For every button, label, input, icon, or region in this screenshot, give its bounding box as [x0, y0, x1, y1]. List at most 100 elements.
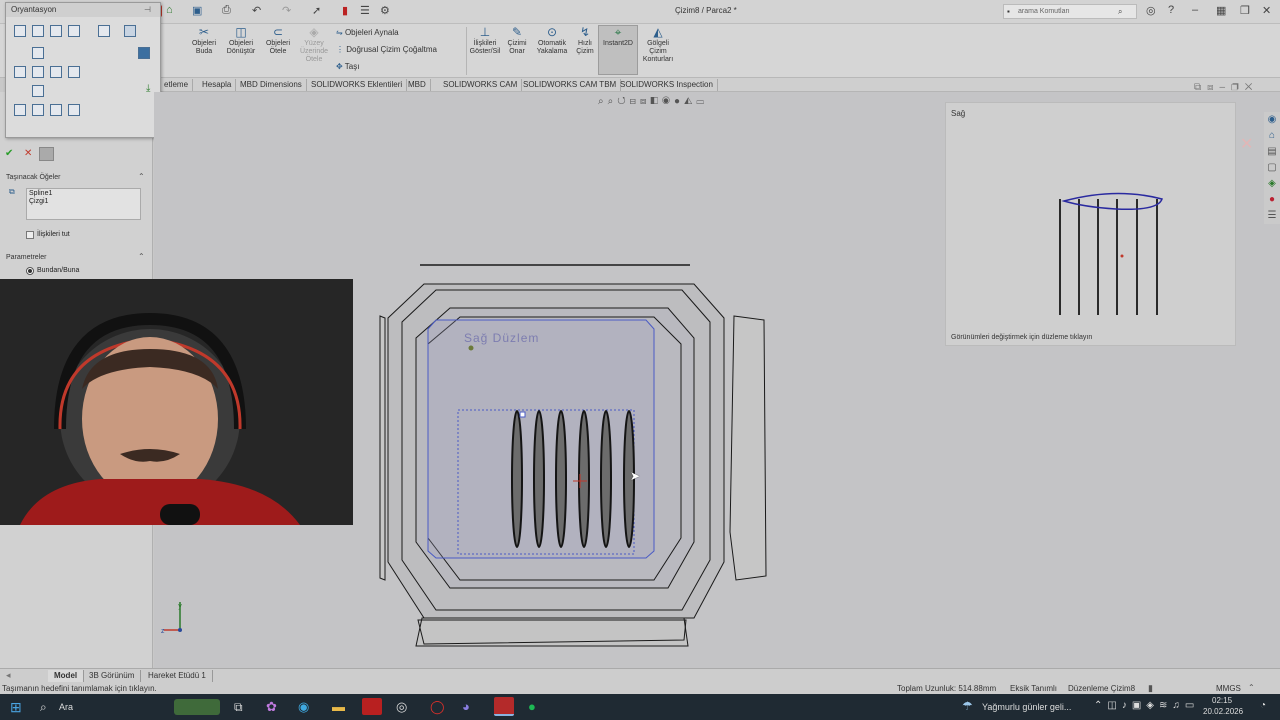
view-back-icon[interactable] — [32, 25, 44, 37]
two-view-vertical-icon[interactable] — [50, 104, 62, 116]
move-entities-button[interactable]: ✥ Taşı — [336, 62, 359, 71]
view-left-icon[interactable] — [50, 25, 62, 37]
single-view-icon[interactable] — [14, 104, 26, 116]
custom-properties-icon[interactable]: ● — [1264, 192, 1280, 208]
github-icon[interactable]: ◎ — [396, 699, 407, 715]
view-settings-icon[interactable]: ▭ — [696, 96, 708, 107]
edge-icon[interactable]: ◉ — [298, 699, 309, 715]
file-explorer-taskbar-icon[interactable]: ▬ — [332, 699, 345, 714]
tile-icon[interactable]: ▦ — [1216, 4, 1226, 17]
clock-date[interactable]: 20.02.2026 — [1203, 707, 1243, 716]
tab-motion-study[interactable]: Hareket Etüdü 1 — [142, 670, 213, 682]
convert-entities-button[interactable]: ◫ Objeleri Dönüştür — [224, 26, 258, 56]
tab-mbd-dimensions[interactable]: MBD Dimensions — [236, 79, 307, 91]
two-view-horizontal-icon[interactable] — [32, 104, 44, 116]
collapse-params-icon[interactable]: ⌃ — [138, 252, 145, 261]
offset-on-surface-button[interactable]: ◈ Yüzey Üzerinde Ötele — [297, 26, 331, 64]
view-front-icon[interactable] — [14, 25, 26, 37]
options-icon[interactable]: ⚙ — [380, 4, 390, 17]
collapse-items-icon[interactable]: ⌃ — [138, 172, 145, 181]
tray-chevron-icon[interactable]: ⌃ — [1094, 700, 1107, 711]
task-view-icon[interactable]: ⧉ — [234, 700, 243, 715]
close-sketch-icon[interactable]: ✕ — [1240, 134, 1253, 154]
viewport-tile-icon[interactable]: ⧉ — [1194, 82, 1207, 93]
copilot-icon[interactable]: ✿ — [266, 699, 277, 715]
normal-to-icon[interactable] — [98, 25, 110, 37]
home-icon[interactable]: ⌂ — [166, 4, 173, 16]
scroll-left-icon[interactable]: ◂ — [6, 670, 11, 681]
instant2d-button[interactable]: ⌖ Instant2D — [598, 25, 638, 75]
windows-start-icon[interactable]: ⊞ — [10, 699, 22, 716]
unit-system[interactable]: MMGS — [1216, 684, 1241, 693]
viewport-restore-icon[interactable]: ⧈ — [1207, 82, 1219, 93]
design-library-icon[interactable]: ⌂ — [1264, 128, 1280, 144]
cancel-icon[interactable]: ✕ — [24, 148, 32, 159]
view-selector-icon[interactable] — [124, 25, 136, 37]
display-relations-button[interactable]: ⊥ İlişkileri Göster/Sil — [468, 26, 502, 56]
view-palette-icon[interactable]: ▢ — [1264, 160, 1280, 176]
plane-origin-point[interactable] — [468, 345, 474, 351]
battery-icon[interactable]: ▭ — [1185, 700, 1199, 711]
edit-appearance-icon[interactable]: ● — [674, 96, 684, 107]
tray-screen-icon[interactable]: ▣ — [1132, 700, 1146, 711]
view-cube-icon[interactable] — [138, 47, 150, 59]
view-dimetric-icon[interactable] — [50, 66, 62, 78]
select-icon[interactable]: ➚ — [312, 4, 321, 17]
notifications-icon[interactable]: ◔ — [1260, 700, 1266, 711]
ok-icon[interactable]: ✔ — [5, 148, 13, 159]
discord-icon[interactable]: ◕ — [462, 699, 470, 714]
view-isometric-icon[interactable] — [14, 66, 26, 78]
tab-3d-view[interactable]: 3B Görünüm — [83, 670, 142, 682]
undo-icon[interactable]: ↶ — [252, 4, 261, 17]
volume-icon[interactable]: ♫ — [1172, 700, 1185, 711]
keep-relations-checkbox[interactable] — [26, 231, 34, 239]
redo-icon[interactable]: ↷ — [282, 4, 291, 17]
tab-evaluate-partial[interactable]: etleme — [160, 79, 194, 91]
spotify-icon[interactable]: ● — [528, 699, 536, 714]
mirror-entities-button[interactable]: ⇋ Objeleri Aynala — [336, 28, 399, 37]
search-icon[interactable]: ⌕ — [1118, 5, 1122, 18]
unit-dropdown-icon[interactable]: ⌃ — [1248, 683, 1255, 692]
search-commands-input[interactable]: arama Komutları ▪ ⌕ — [1003, 4, 1137, 19]
view-orientation-icon[interactable]: ⧈ — [640, 96, 650, 107]
four-view-icon[interactable] — [68, 104, 80, 116]
apply-scene-icon[interactable]: ◭ — [684, 96, 696, 107]
orientation-pin-icon[interactable]: ⊣ — [144, 5, 151, 14]
tab-solidworks-addins[interactable]: SOLIDWORKS Eklentileri — [307, 79, 408, 91]
wifi-icon[interactable]: ≋ — [1159, 700, 1172, 711]
taskbar-search-label[interactable]: Ara — [59, 702, 73, 712]
list-item[interactable]: Spline1 — [27, 189, 140, 198]
clock-time[interactable]: 02:15 — [1212, 696, 1232, 705]
tab-solidworks-inspection[interactable]: SOLIDWORKS Inspection — [616, 79, 718, 91]
update-views-icon[interactable]: ⤓ — [146, 83, 150, 94]
file-explorer-icon[interactable]: ▤ — [1264, 144, 1280, 160]
appearances-icon[interactable]: ◈ — [1264, 176, 1280, 192]
solidworks-resources-icon[interactable]: ◉ — [1264, 112, 1280, 128]
shaded-sketch-contours-button[interactable]: ◭ Gölgeli Çizim Konturları — [640, 26, 676, 64]
list-item[interactable]: Çizgi1 — [27, 198, 140, 205]
opera-icon[interactable]: ◯ — [430, 699, 445, 715]
weather-icon[interactable]: ☂ — [962, 699, 973, 713]
taskbar-search-icon[interactable]: ⌕ — [40, 700, 47, 715]
view-custom-icon[interactable] — [32, 85, 44, 97]
file-properties-icon[interactable]: ☰ — [360, 4, 370, 17]
view-preview-panel[interactable]: Sağ Görünümleri değiştirmek için düzleme… — [945, 102, 1236, 346]
trim-entities-button[interactable]: ✂ Objeleri Buda — [188, 26, 220, 56]
view-top-icon[interactable] — [32, 47, 44, 59]
viewport-maximize-icon[interactable]: ❐ — [1231, 82, 1245, 93]
minimize-icon[interactable]: – — [1192, 4, 1198, 16]
tab-solidworks-cam-tbm[interactable]: SOLIDWORKS CAM TBM — [519, 79, 622, 91]
zoom-area-icon[interactable]: ⌕ — [608, 96, 618, 107]
tab-mbd[interactable]: MBD — [404, 79, 431, 91]
quick-snaps-button[interactable]: ⊙ Otomatik Yakalama — [533, 26, 571, 56]
user-icon[interactable]: ◎ — [1146, 4, 1156, 17]
tab-model[interactable]: Model — [48, 670, 85, 682]
view-right-icon[interactable] — [68, 25, 80, 37]
entities-listbox[interactable]: Spline1 Çizgi1 — [26, 188, 141, 220]
viewport-close-icon[interactable]: ✕ — [1245, 82, 1259, 93]
rapid-sketch-button[interactable]: ↯ Hızlı Çizim — [574, 26, 596, 56]
from-to-radio[interactable] — [26, 267, 34, 275]
section-view-icon[interactable]: ⊟ — [630, 96, 640, 107]
notes-icon[interactable]: ☰ — [1264, 208, 1280, 224]
previous-view-icon[interactable]: ↺ — [617, 96, 629, 107]
